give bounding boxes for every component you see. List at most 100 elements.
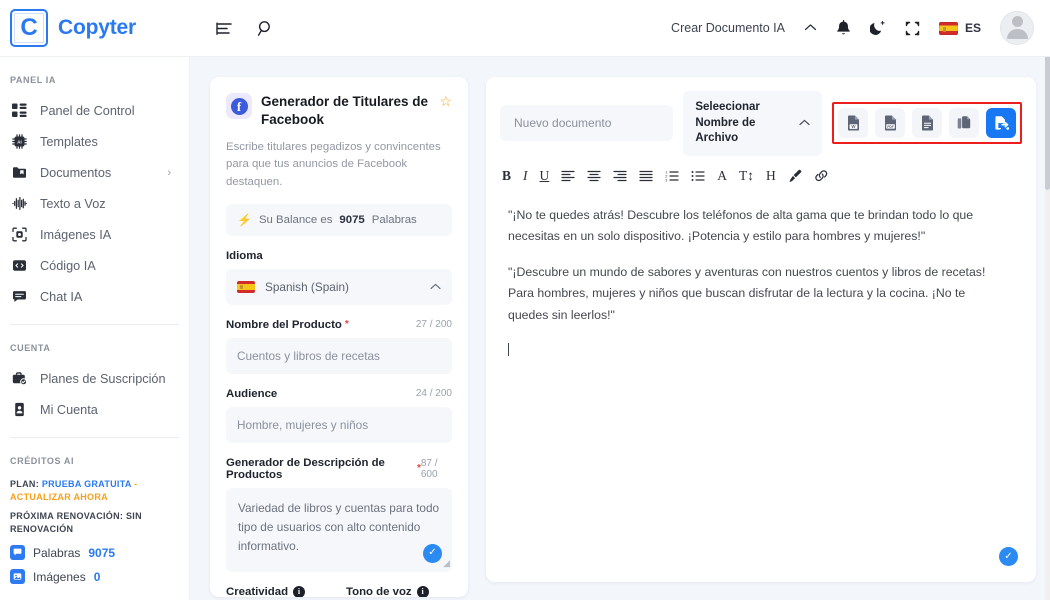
sidebar-item-imagenes-ia[interactable]: Imágenes IA bbox=[0, 219, 189, 250]
ordered-list-button[interactable]: 1 2 3 bbox=[665, 170, 679, 182]
chevron-up-icon[interactable] bbox=[804, 23, 817, 32]
align-left-button[interactable] bbox=[561, 170, 575, 182]
list-menu-icon[interactable] bbox=[216, 21, 233, 36]
logo-mark: C bbox=[10, 9, 48, 47]
create-document-label[interactable]: Crear Documento IA bbox=[671, 21, 785, 35]
sidebar-item-label: Mi Cuenta bbox=[40, 403, 179, 417]
sidebar-item-chat-ia[interactable]: Chat IA bbox=[0, 281, 189, 312]
info-icon[interactable]: i bbox=[293, 586, 305, 597]
highlight-button[interactable] bbox=[788, 169, 802, 183]
product-input-value: Cuentos y libros de recetas bbox=[237, 349, 380, 363]
moon-icon[interactable] bbox=[870, 20, 886, 36]
text-caret bbox=[508, 343, 509, 356]
save-export-icon bbox=[993, 115, 1010, 132]
editor-status-badge: ✓ bbox=[999, 547, 1018, 566]
bold-button[interactable]: B bbox=[502, 169, 511, 183]
copy-icon bbox=[956, 115, 972, 131]
sidebar-item-label: Código IA bbox=[40, 259, 179, 273]
stat-row-palabras: Palabras 9075 bbox=[10, 545, 179, 560]
star-icon[interactable]: ☆ bbox=[439, 94, 452, 108]
copy-button[interactable] bbox=[949, 108, 979, 138]
editor-header: Nuevo documento Seleecionar Nombre de Ar… bbox=[486, 77, 1036, 156]
heading-button[interactable]: H bbox=[766, 169, 776, 183]
chevron-up-icon bbox=[799, 116, 810, 131]
product-label-text: Nombre del Producto bbox=[226, 319, 342, 331]
sidebar-item-templates[interactable]: AI Templates bbox=[0, 126, 189, 157]
spain-flag-icon bbox=[939, 22, 958, 35]
sidebar-item-codigo-ia[interactable]: Código IA bbox=[0, 250, 189, 281]
italic-button[interactable]: I bbox=[523, 169, 528, 183]
generator-form-card: f Generador de Titulares de Facebook ☆ E… bbox=[210, 77, 468, 597]
language-switcher[interactable]: ES bbox=[939, 21, 981, 35]
resize-handle[interactable]: ◢ bbox=[443, 556, 450, 571]
editor-body[interactable]: "¡No te quedes atrás! Descubre los teléf… bbox=[486, 183, 1036, 362]
unordered-list-button[interactable] bbox=[691, 170, 705, 182]
file-name-select[interactable]: Seleecionar Nombre de Archivo bbox=[683, 91, 822, 156]
language-select[interactable]: Spanish (Spain) bbox=[226, 269, 452, 305]
product-input[interactable]: Cuentos y libros de recetas bbox=[226, 338, 452, 374]
fullscreen-icon[interactable] bbox=[905, 21, 920, 36]
brush-icon bbox=[788, 169, 802, 183]
plan-value: PRUEBA GRATUITA bbox=[42, 479, 132, 489]
export-word-button[interactable]: W bbox=[838, 108, 868, 138]
sidebar-item-documentos[interactable]: Documentos › bbox=[0, 157, 189, 188]
upgrade-link[interactable]: ACTUALIZAR AHORA bbox=[10, 492, 108, 502]
font-size-button[interactable]: T↕ bbox=[739, 169, 754, 183]
sidebar-item-panel-de-control[interactable]: Panel de Control bbox=[0, 95, 189, 126]
sidebar-item-planes-de-suscripcion[interactable]: Planes de Suscripción bbox=[0, 363, 189, 394]
search-icon[interactable] bbox=[257, 20, 274, 37]
bell-icon[interactable] bbox=[836, 20, 851, 37]
balance-banner: ⚡ Su Balance es 9075 Palabras bbox=[226, 204, 452, 236]
description-textarea[interactable]: Variedad de libros y cuentas para todo t… bbox=[226, 488, 452, 572]
align-center-button[interactable] bbox=[587, 170, 601, 182]
avatar[interactable] bbox=[1000, 11, 1034, 45]
creativity-group: Creatividad i Media bbox=[226, 572, 332, 597]
topbar-left-icons bbox=[216, 20, 274, 37]
brand-logo[interactable]: C Copyter bbox=[0, 9, 190, 47]
info-icon[interactable]: i bbox=[417, 586, 429, 597]
word-file-icon: W bbox=[846, 115, 861, 131]
sidebar-item-label: Templates bbox=[40, 135, 179, 149]
svg-text:3: 3 bbox=[666, 178, 668, 182]
font-color-button[interactable]: A bbox=[717, 169, 727, 183]
sidebar-item-label: Documentos bbox=[40, 166, 154, 180]
page-scrollbar[interactable] bbox=[1045, 0, 1050, 600]
topbar-right: Crear Documento IA bbox=[671, 11, 1050, 45]
sidebar-divider-2 bbox=[10, 437, 179, 438]
stat-value: 9075 bbox=[88, 546, 115, 560]
align-center-icon bbox=[587, 170, 601, 182]
link-button[interactable] bbox=[814, 169, 829, 182]
align-justify-icon bbox=[639, 170, 653, 182]
sidebar-item-texto-a-voz[interactable]: Texto a Voz bbox=[0, 188, 189, 219]
file-name-select-label: Seleecionar Nombre de Archivo bbox=[695, 100, 791, 147]
text-file-icon bbox=[920, 115, 935, 131]
sidebar-section-panel: PANEL IA bbox=[0, 69, 189, 95]
sidebar-item-label: Texto a Voz bbox=[40, 197, 179, 211]
underline-button[interactable]: U bbox=[540, 169, 550, 183]
editor-card: Nuevo documento Seleecionar Nombre de Ar… bbox=[486, 77, 1036, 582]
export-pdf-button[interactable]: PDF bbox=[875, 108, 905, 138]
app-root: C Copyter Crear Documento I bbox=[0, 0, 1050, 600]
sidebar-item-mi-cuenta[interactable]: Mi Cuenta bbox=[0, 394, 189, 425]
save-document-button[interactable] bbox=[986, 108, 1016, 138]
audience-input[interactable]: Hombre, mujeres y niños bbox=[226, 407, 452, 443]
svg-text:PDF: PDF bbox=[887, 125, 894, 129]
brand-name: Copyter bbox=[58, 16, 136, 40]
chevron-right-icon[interactable]: › bbox=[167, 167, 179, 179]
image-frame-icon bbox=[12, 227, 27, 242]
format-toolbar: B I U bbox=[486, 156, 1036, 183]
creativity-label-text: Creatividad bbox=[226, 586, 288, 597]
description-valid-badge: ✓ bbox=[423, 544, 442, 563]
language-label-text: Idioma bbox=[226, 250, 263, 262]
export-toolbar-highlight: W PDF bbox=[832, 102, 1022, 144]
align-justify-button[interactable] bbox=[639, 170, 653, 182]
stat-label: Imágenes bbox=[33, 570, 86, 584]
document-name-input[interactable]: Nuevo documento bbox=[500, 105, 673, 141]
description-textarea-value: Variedad de libros y cuentas para todo t… bbox=[238, 501, 439, 553]
logo-letter: C bbox=[20, 16, 37, 40]
export-text-button[interactable] bbox=[912, 108, 942, 138]
balance-value: 9075 bbox=[339, 214, 364, 226]
align-right-button[interactable] bbox=[613, 170, 627, 182]
plan-prefix: PLAN: bbox=[10, 479, 39, 489]
id-card-icon bbox=[12, 402, 27, 417]
